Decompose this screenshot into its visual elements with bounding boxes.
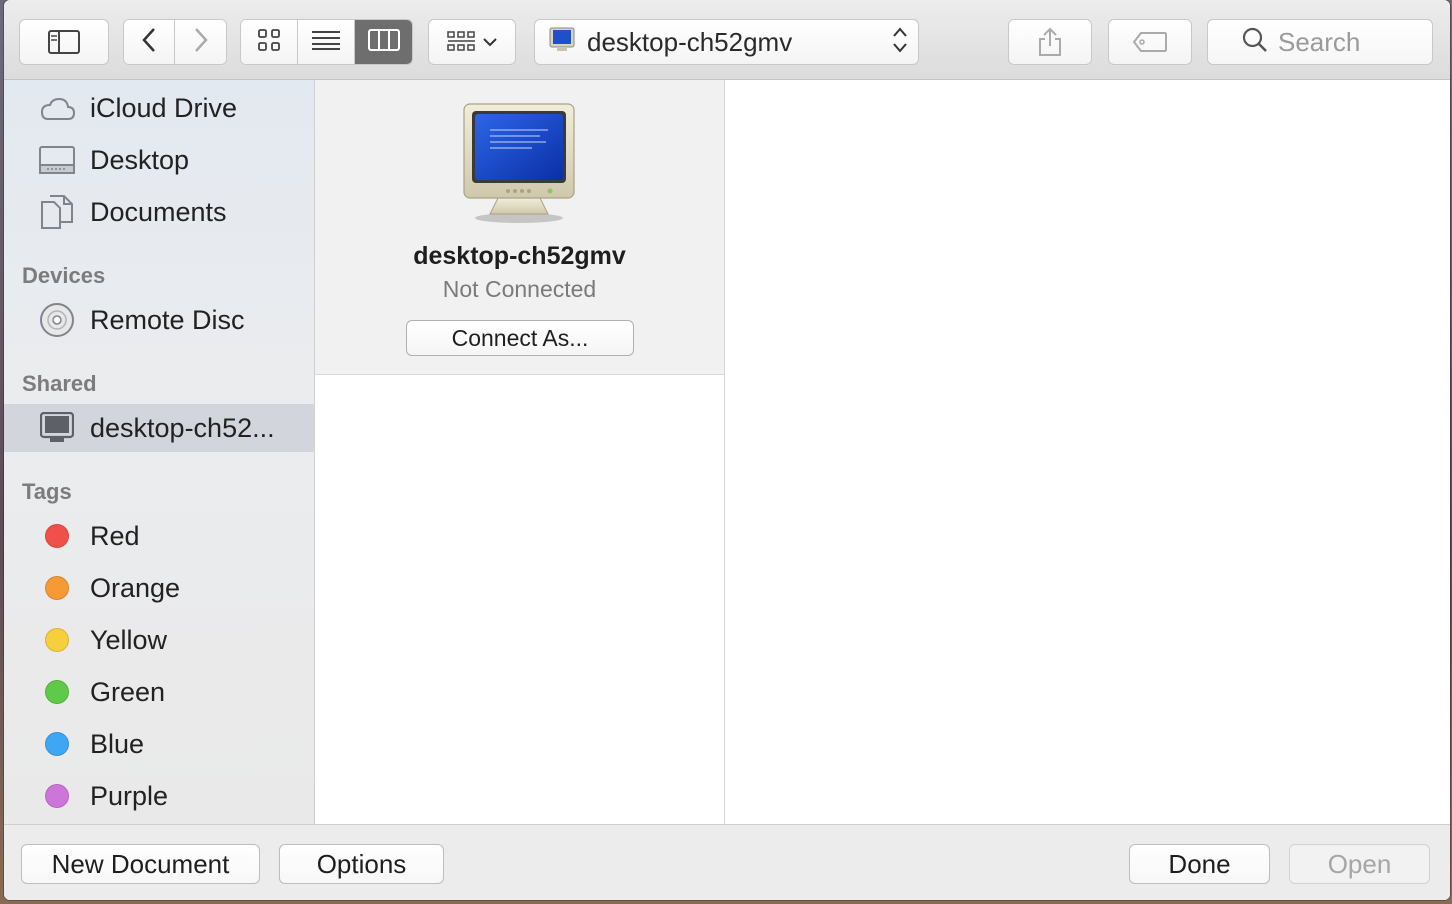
location-label: desktop-ch52gmv xyxy=(587,26,793,57)
sidebar-item-label: Purple xyxy=(90,780,169,811)
done-button[interactable]: Done xyxy=(1129,844,1270,884)
search-input[interactable] xyxy=(1276,25,1440,59)
computer-icon xyxy=(549,27,575,58)
toolbar: desktop-ch52gmv xyxy=(4,0,1450,80)
tag-color-dot-icon xyxy=(38,621,76,659)
tag-color-dot-icon xyxy=(38,569,76,607)
tag-color-dot-icon xyxy=(38,517,76,555)
location-popup[interactable]: desktop-ch52gmv xyxy=(534,19,919,65)
back-button[interactable] xyxy=(124,20,175,64)
search-field[interactable] xyxy=(1207,19,1440,65)
arrange-button[interactable] xyxy=(428,19,516,65)
sidebar-item-label: Green xyxy=(90,676,166,707)
view-mode-selector xyxy=(240,19,413,65)
sidebar-item-tag-green[interactable]: Green xyxy=(4,668,314,716)
disc-icon xyxy=(38,301,76,339)
sidebar-item-label: Red xyxy=(90,520,140,551)
tag-button[interactable] xyxy=(1108,19,1192,65)
bottom-bar: New Document Options Done Open xyxy=(4,824,1450,900)
sidebar-toggle-button[interactable] xyxy=(19,19,109,65)
chevron-left-icon xyxy=(141,26,157,59)
chevron-down-icon xyxy=(483,37,497,47)
share-button[interactable] xyxy=(1008,19,1092,65)
icon-view-button[interactable] xyxy=(241,20,298,64)
sidebar-item-tag-orange[interactable]: Orange xyxy=(4,564,314,612)
sidebar-item-desktop[interactable]: Desktop xyxy=(4,136,314,184)
open-button[interactable]: Open xyxy=(1289,844,1430,884)
chevron-right-icon xyxy=(193,26,209,59)
tag-icon xyxy=(1132,31,1168,53)
columns-icon xyxy=(367,28,400,56)
file-open-dialog: desktop-ch52gmv iCloud Drive Desktop xyxy=(4,0,1450,900)
sidebar-item-label: Desktop xyxy=(90,144,190,175)
document-icon xyxy=(38,193,76,231)
sidebar-item-label: Orange xyxy=(90,572,181,603)
shared-section-title: Shared xyxy=(22,371,97,396)
tag-color-dot-icon xyxy=(38,725,76,763)
sidebar: iCloud Drive Desktop Documents Devices R… xyxy=(4,80,315,824)
list-icon xyxy=(312,30,340,55)
browser-column: desktop-ch52gmv Not Connected Connect As… xyxy=(315,80,725,824)
arrange-icon xyxy=(447,30,477,54)
sidebar-item-label: Yellow xyxy=(90,624,168,655)
share-icon xyxy=(1038,27,1062,57)
sidebar-item-documents[interactable]: Documents xyxy=(4,188,314,236)
sidebar-item-icloud-drive[interactable]: iCloud Drive xyxy=(4,84,314,132)
up-down-chevron-icon xyxy=(892,26,908,59)
sidebar-item-remote-disc[interactable]: Remote Disc xyxy=(4,296,314,344)
options-button[interactable]: Options xyxy=(279,844,444,884)
sidebar-item-tag-purple[interactable]: Purple xyxy=(4,772,314,820)
column-view-button[interactable] xyxy=(355,20,412,64)
connect-as-button[interactable]: Connect As... xyxy=(406,320,634,356)
server-name: desktop-ch52gmv xyxy=(413,242,626,270)
devices-section-title: Devices xyxy=(22,263,106,288)
list-view-button[interactable] xyxy=(298,20,355,64)
cloud-icon xyxy=(38,89,76,127)
server-info-panel: desktop-ch52gmv Not Connected Connect As… xyxy=(315,80,724,375)
new-document-button[interactable]: New Document xyxy=(21,844,260,884)
sidebar-item-label: Documents xyxy=(90,196,227,227)
crt-monitor-icon xyxy=(460,102,578,229)
sidebar-item-label: Blue xyxy=(90,728,145,759)
sidebar-item-label: Remote Disc xyxy=(90,304,245,335)
computer-icon xyxy=(38,409,76,447)
forward-button[interactable] xyxy=(175,20,226,64)
search-icon xyxy=(1242,27,1268,58)
sidebar-item-tag-yellow[interactable]: Yellow xyxy=(4,616,314,664)
grid-icon xyxy=(258,28,280,56)
tags-section-title: Tags xyxy=(22,479,72,504)
sidebar-item-tag-red[interactable]: Red xyxy=(4,512,314,560)
sidebar-item-label: desktop-ch52... xyxy=(90,412,275,443)
tag-color-dot-icon xyxy=(38,777,76,815)
preview-column xyxy=(725,80,1450,824)
sidebar-item-label: iCloud Drive xyxy=(90,92,238,123)
desktop-icon xyxy=(38,141,76,179)
navigation-buttons xyxy=(123,19,227,65)
tag-color-dot-icon xyxy=(38,673,76,711)
connection-status: Not Connected xyxy=(442,276,597,302)
sidebar-item-tag-blue[interactable]: Blue xyxy=(4,720,314,768)
sidebar-item-desktop-ch52gmv[interactable]: desktop-ch52... xyxy=(4,404,314,452)
sidebar-icon xyxy=(48,30,80,54)
